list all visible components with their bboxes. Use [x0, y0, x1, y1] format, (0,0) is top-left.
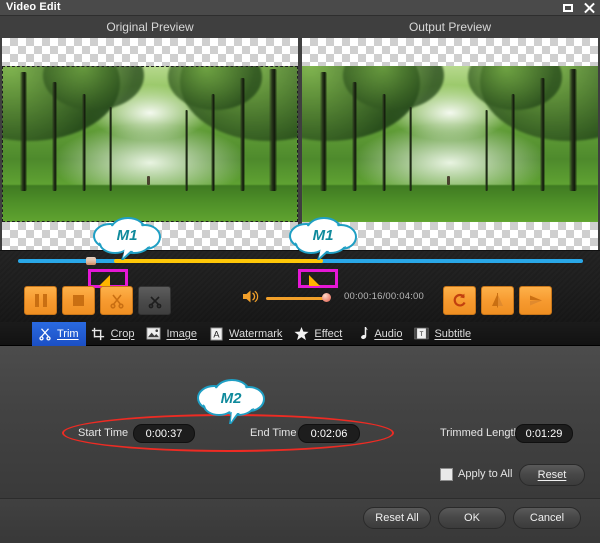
scissors-disabled-icon — [148, 295, 161, 308]
crop-icon — [91, 326, 106, 341]
forest-scene — [2, 66, 298, 222]
flip-vertical-icon — [492, 293, 503, 308]
tab-label: Audio — [374, 327, 403, 340]
tab-label: Subtitle — [434, 327, 472, 340]
trim-start-triangle-icon — [99, 275, 110, 286]
title-bar: Video Edit — [0, 0, 600, 16]
playhead-marker[interactable] — [85, 257, 96, 265]
speaker-icon — [243, 290, 259, 303]
flip-horizontal-icon — [530, 295, 542, 306]
cancel-button[interactable]: Cancel — [513, 507, 581, 529]
apply-to-all-label: Apply to All — [458, 468, 513, 480]
end-time-label: End Time — [250, 427, 297, 439]
tab-crop[interactable]: Crop — [86, 322, 142, 346]
flip-vertical-button[interactable] — [481, 286, 514, 315]
rotate-button[interactable] — [443, 286, 476, 315]
player-controls — [0, 250, 600, 322]
tab-label: Trim — [57, 327, 79, 340]
reset-button[interactable]: Reset — [519, 464, 585, 486]
pause-icon — [33, 294, 49, 307]
split-button — [138, 286, 171, 315]
volume-slider-knob[interactable] — [322, 293, 331, 302]
stop-icon — [73, 295, 84, 306]
rotate-icon — [453, 293, 466, 307]
output-video-frame — [302, 66, 598, 222]
tab-effect[interactable]: Effect — [289, 322, 349, 346]
volume-button[interactable] — [242, 289, 259, 309]
tab-trim[interactable]: Trim — [32, 321, 86, 346]
trimmed-length-label: Trimmed Length — [440, 427, 520, 439]
volume-slider[interactable] — [266, 297, 328, 300]
star-icon — [294, 326, 309, 341]
stop-button[interactable] — [62, 286, 95, 315]
maximize-button[interactable] — [562, 2, 575, 14]
original-preview-pane[interactable] — [2, 38, 298, 250]
flip-horizontal-button[interactable] — [519, 286, 552, 315]
reset-all-button[interactable]: Reset All — [363, 507, 431, 529]
window-title: Video Edit — [6, 1, 61, 13]
tab-label: Effect — [314, 327, 343, 340]
ok-label: OK — [464, 512, 480, 524]
tab-label: Image — [166, 327, 198, 340]
trim-end-triangle-icon — [309, 275, 320, 286]
window-controls — [562, 2, 596, 14]
cut-button[interactable] — [100, 286, 133, 315]
reset-button-label: Reset — [537, 469, 567, 481]
editor-tab-bar: Trim Crop Image A Watermark Effect Audio… — [0, 321, 600, 346]
dialog-footer — [0, 498, 600, 543]
close-button[interactable] — [583, 2, 596, 14]
apply-to-all-checkbox[interactable] — [440, 468, 453, 481]
tab-audio[interactable]: Audio — [349, 322, 409, 346]
output-preview-label: Output Preview — [408, 20, 492, 34]
start-time-label: Start Time — [78, 427, 129, 439]
scissors-icon — [37, 326, 52, 341]
trimmed-length-value: 0:01:29 — [515, 424, 573, 443]
timecode-display: 00:00:16/00:04:00 — [344, 291, 424, 302]
ok-button[interactable]: OK — [438, 507, 506, 529]
cancel-label: Cancel — [529, 512, 565, 524]
tab-watermark[interactable]: A Watermark — [204, 322, 289, 346]
start-time-input[interactable]: 0:00:37 — [133, 424, 195, 443]
output-preview-pane[interactable] — [302, 38, 598, 250]
svg-text:A: A — [213, 329, 220, 339]
tab-label: Crop — [110, 327, 135, 340]
original-video-frame — [2, 66, 298, 222]
subtitle-icon: T — [414, 326, 430, 341]
pause-button[interactable] — [24, 286, 57, 315]
original-preview-label: Original Preview — [106, 20, 194, 34]
timeline-selection — [114, 259, 324, 263]
svg-text:T: T — [420, 331, 424, 338]
video-edit-window: Video Edit Original Preview Output Previ… — [0, 0, 600, 543]
reset-all-label: Reset All — [375, 512, 419, 524]
text-a-icon: A — [209, 326, 224, 341]
scissors-icon — [109, 294, 124, 309]
trim-end-handle[interactable] — [298, 269, 338, 288]
forest-scene — [302, 66, 598, 222]
tab-image[interactable]: Image — [141, 322, 204, 346]
maximize-icon — [563, 4, 573, 12]
timeline-scrubber[interactable] — [18, 257, 583, 265]
image-icon — [146, 326, 161, 341]
tab-label: Watermark — [229, 327, 283, 340]
music-note-icon — [354, 326, 369, 341]
end-time-input[interactable]: 0:02:06 — [298, 424, 360, 443]
tab-subtitle[interactable]: T Subtitle — [409, 322, 478, 346]
